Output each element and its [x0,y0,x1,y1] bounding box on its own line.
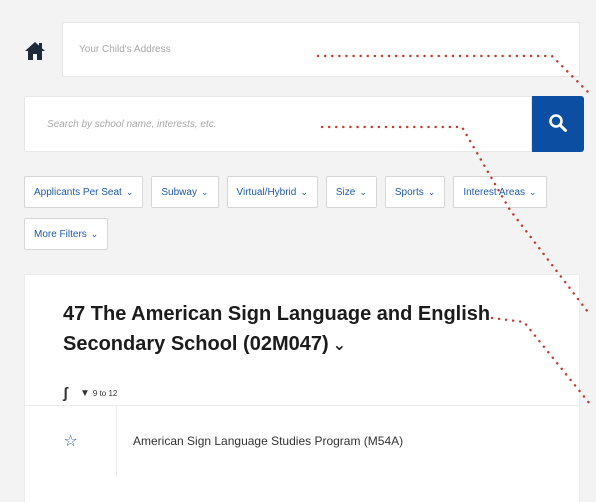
filter-label: Virtual/Hybrid [236,186,297,198]
address-field-container [62,22,580,77]
filter-label: Applicants Per Seat [34,186,122,198]
search-button[interactable] [532,96,584,152]
search-icon [548,113,568,136]
grades-badge: ▼ 9 to 12 [80,388,117,399]
school-meta: ʃ ▼ 9 to 12 [63,385,117,402]
chevron-down-icon: ⌄ [332,337,347,354]
filter-more-filters[interactable]: More Filters ⌄ [24,218,109,250]
search-field-container [24,96,532,152]
filter-size[interactable]: Size ⌄ [325,176,377,208]
filter-sports[interactable]: Sports ⌄ [384,176,446,208]
chevron-down-icon: ⌄ [427,186,436,197]
school-title-toggle[interactable]: 47 The American Sign Language and Englis… [63,299,523,359]
chevron-down-icon: ⌄ [90,228,99,239]
address-input[interactable] [63,23,579,76]
program-row: ☆ American Sign Language Studies Program… [25,406,579,476]
chevron-down-icon: ⌄ [529,186,537,197]
filter-label: Size [335,186,356,198]
star-icon[interactable]: ☆ [25,406,117,476]
filter-applicants-per-seat[interactable]: Applicants Per Seat ⌄ [24,176,144,208]
filter-interest-areas[interactable]: Interest Areas ⌄ [453,176,547,208]
filter-label: Sports [394,186,424,198]
chevron-down-icon: ⌄ [300,186,308,197]
grades-label: 9 to 12 [92,389,118,398]
filter-label: Subway [161,186,197,198]
graduation-cap-icon: ▼ [80,388,90,399]
school-card: 47 The American Sign Language and Englis… [24,274,580,502]
chevron-down-icon: ⌄ [125,186,134,197]
filter-bar: Applicants Per Seat ⌄ Subway ⌄ Virtual/H… [24,176,580,250]
filter-virtual-hybrid[interactable]: Virtual/Hybrid ⌄ [226,176,318,208]
accessibility-icon: ʃ [63,385,68,402]
home-icon[interactable] [18,34,52,68]
filter-subway[interactable]: Subway ⌄ [151,176,219,208]
filter-label: Interest Areas [463,186,526,198]
program-name[interactable]: American Sign Language Studies Program (… [133,406,403,476]
filter-label: More Filters [34,228,87,240]
chevron-down-icon: ⌄ [359,186,367,197]
school-title: 47 The American Sign Language and Englis… [63,303,491,355]
chevron-down-icon: ⌄ [200,186,209,197]
search-input[interactable] [25,97,531,151]
